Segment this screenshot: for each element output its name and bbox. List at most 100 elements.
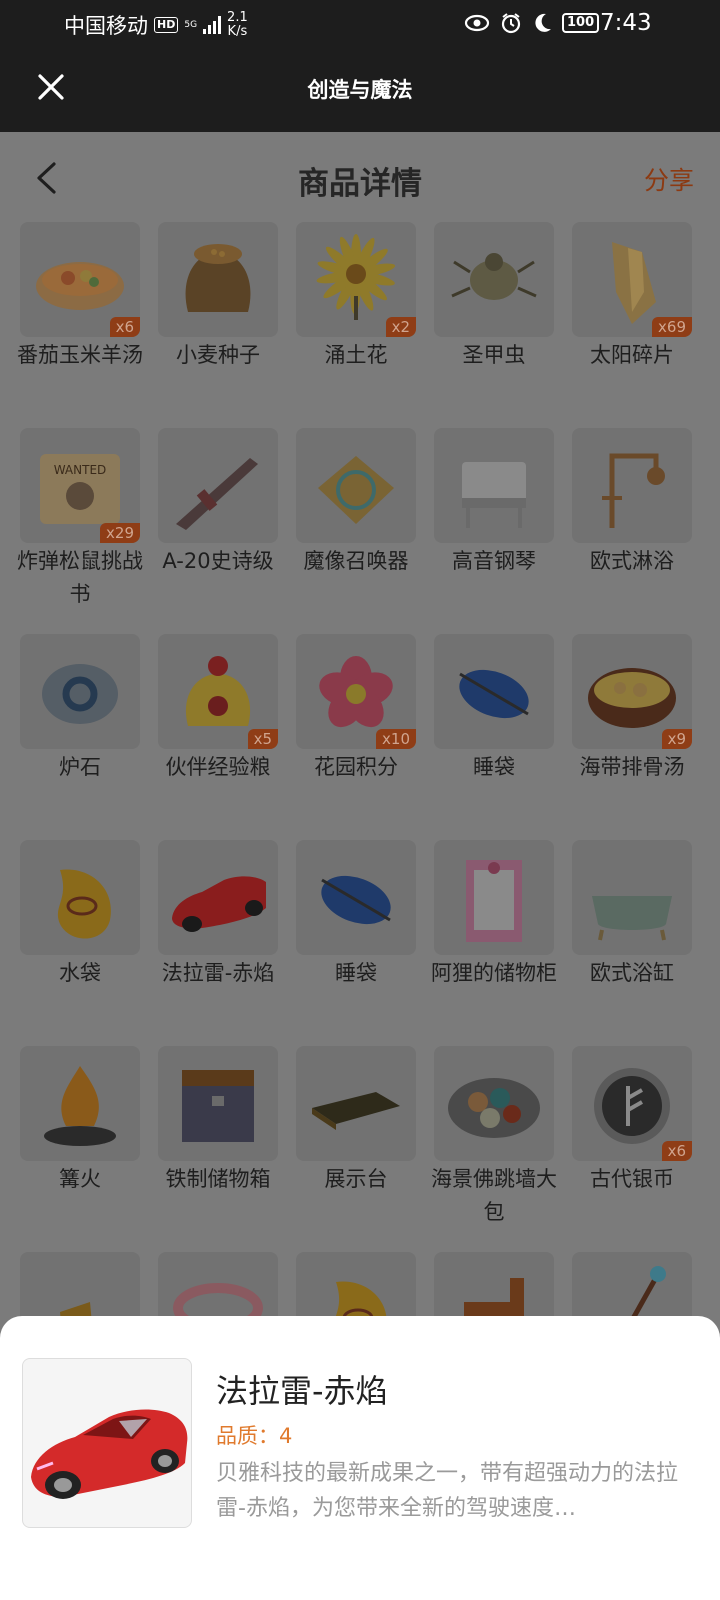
- speed-unit: K/s: [227, 24, 248, 39]
- item-name: 炸弹松鼠挑战书: [17, 549, 143, 606]
- item-name: 伙伴经验粮: [165, 755, 271, 779]
- item-cell[interactable]: 高音钢琴: [434, 428, 554, 634]
- item-name: 水袋: [59, 961, 101, 985]
- item-cell[interactable]: 魔像召唤器: [296, 428, 416, 634]
- item-cell[interactable]: x9 海带排骨汤: [572, 634, 692, 840]
- item-cell[interactable]: 水袋: [20, 840, 140, 1046]
- beetle-icon: [451, 253, 537, 300]
- item-cell[interactable]: x6 番茄玉米羊汤: [17, 222, 143, 428]
- item-tile[interactable]: [296, 1046, 416, 1161]
- item-cell[interactable]: 睡袋: [434, 634, 554, 840]
- item-cell[interactable]: 欧式淋浴: [572, 428, 692, 634]
- item-cell[interactable]: 铁制储物箱: [158, 1046, 278, 1252]
- item-tile[interactable]: [434, 840, 554, 955]
- quantity-badge: x9: [661, 729, 692, 749]
- item-cell[interactable]: x10 花园积分: [296, 634, 416, 840]
- item-cell[interactable]: 睡袋: [296, 840, 416, 1046]
- display-stand-icon: [312, 1092, 400, 1130]
- item-cell[interactable]: 阿狸的储物柜: [431, 840, 557, 1046]
- item-cell[interactable]: 篝火: [20, 1046, 140, 1252]
- item-tile[interactable]: x6: [20, 222, 140, 337]
- item-tile[interactable]: [434, 428, 554, 543]
- item-tile[interactable]: x6: [572, 1046, 692, 1161]
- shower-icon: [602, 453, 665, 528]
- item-tile[interactable]: [434, 222, 554, 337]
- detail-name: 法拉雷-赤焰: [216, 1372, 388, 1410]
- page-title: 商品详情: [298, 166, 422, 202]
- item-cell[interactable]: x69 太阳碎片: [572, 222, 692, 428]
- item-tile[interactable]: x2: [296, 222, 416, 337]
- item-tile[interactable]: [158, 428, 278, 543]
- quantity-badge: x29: [100, 523, 140, 543]
- item-tile[interactable]: x9: [572, 634, 692, 749]
- item-name: 睡袋: [473, 755, 515, 779]
- item-tile[interactable]: [20, 634, 140, 749]
- item-tile[interactable]: [296, 840, 416, 955]
- item-name: 铁制储物箱: [165, 1167, 271, 1191]
- item-tile[interactable]: [572, 840, 692, 955]
- quantity-badge: x10: [376, 729, 416, 749]
- item-name: 睡袋: [335, 961, 377, 985]
- item-name: 太阳碎片: [590, 343, 674, 367]
- quantity-badge: x6: [109, 317, 140, 337]
- item-name: 篝火: [59, 1167, 101, 1191]
- item-tile[interactable]: x69: [572, 222, 692, 337]
- quantity-badge: x2: [385, 317, 416, 337]
- status-bar: 中国移动 HD 5G 2.1 K/s 100 7:43: [0, 0, 720, 50]
- item-tile[interactable]: [572, 428, 692, 543]
- item-name: A-20史诗级: [162, 549, 274, 573]
- item-name: 欧式浴缸: [590, 961, 674, 985]
- item-cell[interactable]: 法拉雷-赤焰: [158, 840, 278, 1046]
- app-bar: 创造与魔法: [0, 50, 720, 132]
- item-cell[interactable]: x6 古代银币: [572, 1046, 692, 1252]
- item-cell[interactable]: x2 涌土花: [296, 222, 416, 428]
- item-name: 魔像召唤器: [303, 549, 409, 573]
- network-speed: 2.1 K/s: [227, 11, 248, 39]
- item-cell[interactable]: 圣甲虫: [434, 222, 554, 428]
- share-button[interactable]: 分享: [644, 161, 694, 197]
- item-cell[interactable]: WANTED x29 炸弹松鼠挑战书: [17, 428, 143, 634]
- item-name: 高音钢琴: [452, 549, 536, 573]
- eye-icon: [464, 14, 490, 32]
- item-tile[interactable]: [434, 1046, 554, 1161]
- water-bag-icon: [57, 869, 111, 939]
- item-name: 古代银币: [590, 1167, 674, 1191]
- item-cell[interactable]: 展示台: [296, 1046, 416, 1252]
- battery-icon: 100: [562, 13, 600, 33]
- alarm-icon: [501, 13, 521, 34]
- quantity-badge: x69: [652, 317, 692, 337]
- item-cell[interactable]: 欧式浴缸: [572, 840, 692, 1046]
- item-cell[interactable]: 海景佛跳墙大包: [431, 1046, 557, 1252]
- item-name: 圣甲虫: [462, 343, 526, 367]
- item-tile[interactable]: [296, 428, 416, 543]
- seed-sack-icon: [185, 244, 251, 312]
- item-cell[interactable]: x5 伙伴经验粮: [158, 634, 278, 840]
- clock: 7:43: [600, 10, 652, 36]
- item-tile[interactable]: [20, 1046, 140, 1161]
- item-tile[interactable]: [158, 1046, 278, 1161]
- status-left: 中国移动 HD 5G 2.1 K/s: [64, 10, 248, 40]
- hd-badge: HD: [154, 17, 179, 33]
- svg-text:WANTED: WANTED: [54, 463, 107, 477]
- network-type: 5G: [184, 19, 198, 30]
- item-tile[interactable]: WANTED x29: [20, 428, 140, 543]
- item-tile[interactable]: [158, 840, 278, 955]
- item-name: 展示台: [324, 1167, 388, 1191]
- item-tile[interactable]: [158, 222, 278, 337]
- summoner-icon: [318, 456, 394, 524]
- food-platter-icon: [448, 1078, 540, 1138]
- item-tile[interactable]: x10: [296, 634, 416, 749]
- hearthstone-icon: [42, 664, 118, 724]
- speed-value: 2.1: [227, 10, 248, 25]
- item-cell[interactable]: 小麦种子: [158, 222, 278, 428]
- item-tile[interactable]: x5: [158, 634, 278, 749]
- carrier-label: 中国移动: [64, 14, 148, 38]
- item-tile[interactable]: [20, 840, 140, 955]
- bathtub-icon: [592, 896, 672, 941]
- item-name: 阿狸的储物柜: [431, 961, 557, 985]
- sleeping-bag-icon: [321, 875, 391, 925]
- item-cell[interactable]: 炉石: [20, 634, 140, 840]
- item-tile[interactable]: [434, 634, 554, 749]
- red-car-icon: [172, 876, 266, 932]
- item-cell[interactable]: A-20史诗级: [158, 428, 278, 634]
